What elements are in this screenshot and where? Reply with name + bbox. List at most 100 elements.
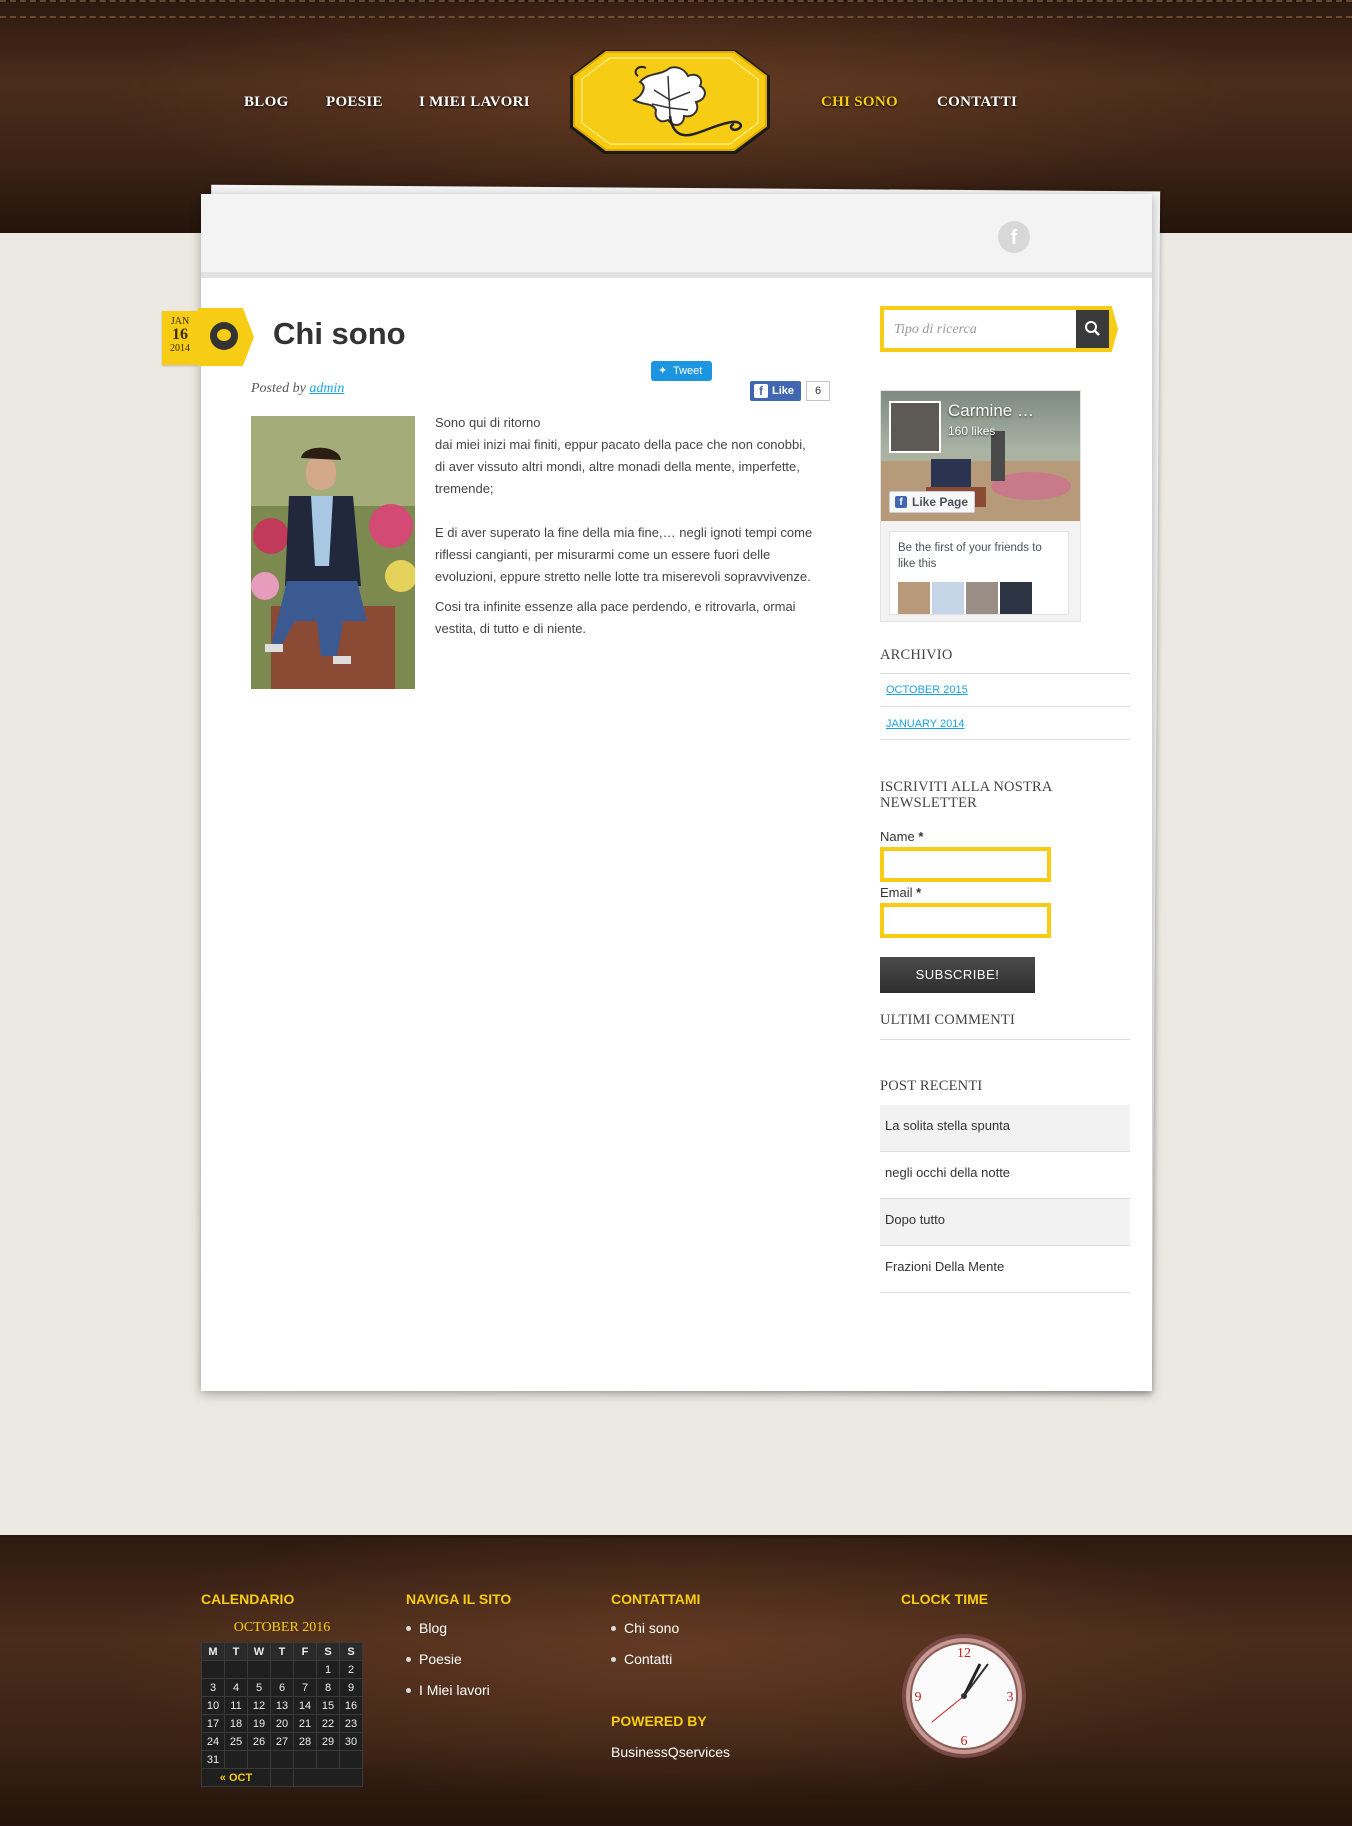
posted-by-label: Posted by (251, 381, 306, 396)
author-photo (251, 416, 415, 689)
recent-post-link[interactable]: Frazioni Della Mente (880, 1246, 1130, 1293)
weekday-header: T (224, 1642, 248, 1661)
calendar-day: 12 (247, 1696, 271, 1715)
twitter-bird-icon: ✦ (658, 365, 668, 377)
calendar-day: 21 (293, 1714, 317, 1733)
clock-numeral-9: 9 (915, 1690, 922, 1705)
facebook-friends-box: Be the first of your friends to like thi… (889, 531, 1069, 615)
paper-top-bar: f (201, 194, 1152, 278)
recent-post-link[interactable]: negli occhi della notte (880, 1152, 1130, 1199)
calendar-day (224, 1750, 248, 1769)
nav-miei-lavori[interactable]: I MIEI LAVORI (419, 94, 530, 111)
newsletter-name-field[interactable] (880, 847, 1051, 882)
archive-title: ARCHIVIO (880, 647, 953, 663)
post-author-link[interactable]: admin (309, 381, 344, 396)
like-count: 6 (806, 381, 830, 401)
calendar-day: 16 (339, 1696, 363, 1715)
calendar-day (247, 1660, 271, 1679)
archive-link[interactable]: OCTOBER 2015 (886, 684, 968, 696)
site-footer: CALENDARIO OCTOBER 2016 M T W T F S S 12… (0, 1535, 1352, 1826)
calendar-caption: OCTOBER 2016 (233, 1620, 331, 1635)
calendar-day: 5 (247, 1678, 271, 1697)
calendar-day: 1 (316, 1660, 340, 1679)
clock-numeral-3: 3 (1007, 1690, 1014, 1705)
friend-avatar[interactable] (966, 582, 998, 614)
site-nav-title: NAVIGA IL SITO (406, 1591, 512, 1607)
archive-link[interactable]: JANUARY 2014 (886, 718, 964, 730)
footer-contact-link[interactable]: Chi sono (611, 1620, 679, 1636)
calendar-day: 2 (339, 1660, 363, 1679)
post-paragraph: Cosi tra infinite essenze alla pace perd… (435, 599, 796, 636)
facebook-avatar[interactable] (889, 401, 941, 453)
calendar-day: 15 (316, 1696, 340, 1715)
calendar-day: 19 (247, 1714, 271, 1733)
post-paragraph: Sono qui di ritorno dai miei inizi mai f… (435, 415, 806, 496)
calendar-day (293, 1750, 317, 1769)
post-content: Sono qui di ritorno dai miei inizi mai f… (435, 412, 835, 648)
nav-poesie[interactable]: POESIE (326, 94, 383, 111)
footer-nav-link[interactable]: I Miei lavori (406, 1682, 490, 1698)
calendar-week-row: 24 25 26 27 28 29 30 (201, 1732, 363, 1751)
clock-title: CLOCK TIME (901, 1591, 989, 1607)
weekday-header: T (270, 1642, 294, 1661)
calendar-day: 29 (316, 1732, 340, 1751)
facebook-cover: Carmine … 160 likes f Like Page (881, 391, 1080, 521)
clock-icon: 12 3 6 9 (902, 1634, 1026, 1758)
post-meta: Posted by admin (251, 381, 344, 397)
tweet-button[interactable]: ✦ Tweet (651, 361, 712, 381)
footer-contact-list: Chi sono Contatti (611, 1620, 679, 1682)
latest-comments-title: ULTIMI COMMENTI (880, 1012, 1015, 1028)
facebook-like-button[interactable]: f Like (750, 381, 801, 401)
nav-blog[interactable]: BLOG (244, 94, 289, 111)
calendar-day (270, 1660, 294, 1679)
search-button[interactable] (1076, 306, 1118, 352)
facebook-icon[interactable]: f (998, 221, 1030, 253)
footer-nav-link[interactable]: Poesie (406, 1651, 490, 1667)
site-logo[interactable] (568, 46, 772, 158)
calendar-day (316, 1750, 340, 1769)
nav-chi-sono[interactable]: CHI SONO (821, 94, 898, 111)
weekday-header: S (316, 1642, 340, 1661)
newsletter-email-field[interactable] (880, 903, 1051, 938)
analog-clock: 12 3 6 9 (900, 1632, 1028, 1760)
calendar-day: 23 (339, 1714, 363, 1733)
post-paragraph: E di aver superato la fine della mia fin… (435, 525, 813, 584)
friend-avatar[interactable] (932, 582, 964, 614)
powered-by-title: POWERED BY (611, 1713, 707, 1729)
calendar-day: 9 (339, 1678, 363, 1697)
calendar-week-row: 31 (201, 1750, 363, 1769)
nav-contatti[interactable]: CONTATTI (937, 94, 1017, 111)
archive-divider (880, 706, 1130, 707)
recent-post-link[interactable]: Dopo tutto (880, 1199, 1130, 1246)
subscribe-button[interactable]: SUBSCRIBE! (880, 957, 1035, 993)
search-input[interactable]: Tipo di ricerca (880, 306, 1076, 352)
post-date-day: 16 (172, 326, 188, 343)
calendar-day: 30 (339, 1732, 363, 1751)
footer-contact-link[interactable]: Contatti (611, 1651, 679, 1667)
post-date: JAN 16 2014 (162, 311, 198, 365)
archive-divider (880, 673, 1130, 674)
search-icon (1085, 321, 1100, 336)
calendar-day: 31 (201, 1750, 225, 1769)
calendar-week-row: 12 (201, 1660, 363, 1679)
friend-avatar[interactable] (1000, 582, 1032, 614)
like-page-label: Like Page (912, 495, 969, 509)
comment-badge[interactable] (198, 308, 254, 366)
calendar-day: 18 (224, 1714, 248, 1733)
clock-numeral-6: 6 (961, 1734, 968, 1749)
friend-avatar[interactable] (898, 582, 930, 614)
footer-nav-link[interactable]: Blog (406, 1620, 490, 1636)
calendar-week-row: 10 11 12 13 14 15 16 (201, 1696, 363, 1715)
calendar-week-row: 3456789 (201, 1678, 363, 1697)
facebook-page-name[interactable]: Carmine … (948, 401, 1034, 421)
recent-post-link[interactable]: La solita stella spunta (880, 1105, 1130, 1152)
calendar-prev-link[interactable]: « OCT (201, 1768, 271, 1787)
header-stitch (0, 16, 1352, 18)
facebook-like-page-button[interactable]: f Like Page (889, 491, 975, 513)
calendar-day (201, 1660, 225, 1679)
powered-by-text[interactable]: BusinessQservices (611, 1744, 730, 1760)
calendar-table: M T W T F S S 1 2 3 4 5 6 7 8 9 10 11 12 13 14 15 16 17 1… (201, 1642, 363, 1787)
newsletter-name-label: Name * (880, 829, 924, 844)
calendar-day (293, 1660, 317, 1679)
calendar-week-row: 17 18 19 20 21 22 23 (201, 1714, 363, 1733)
